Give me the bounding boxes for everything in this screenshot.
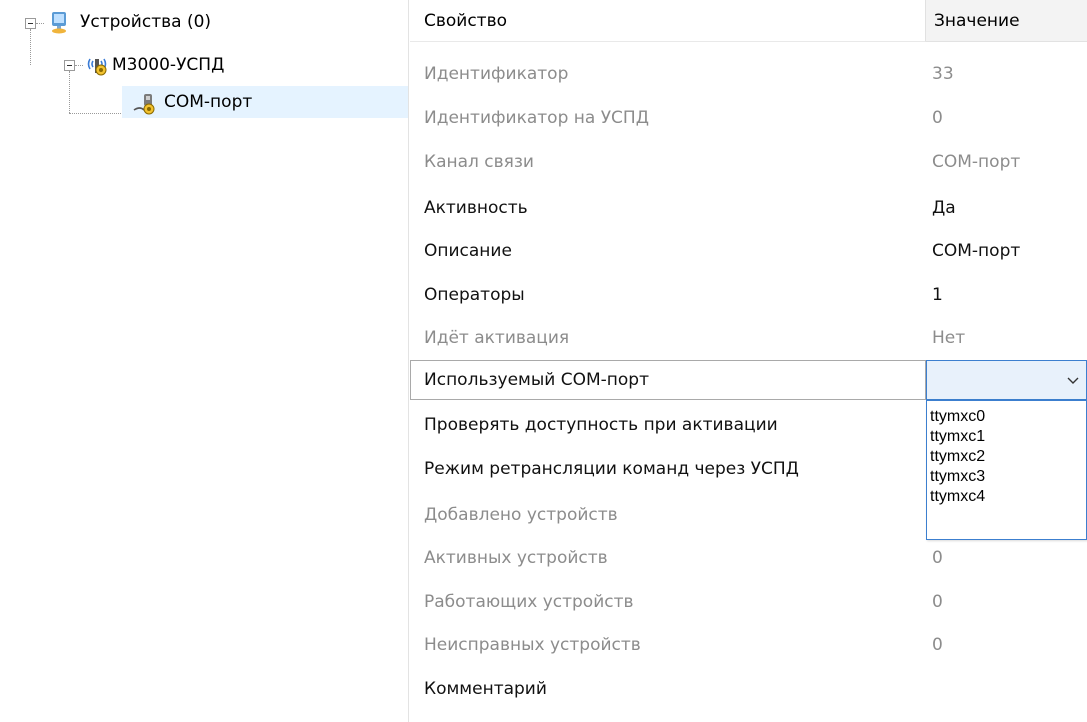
property-name: Идентификатор на УСПД (424, 107, 649, 128)
property-row[interactable]: Работающих устройств 0 (410, 580, 1087, 623)
property-row-editing[interactable]: Используемый COM-порт (410, 360, 1087, 400)
property-value: COM-порт (932, 151, 1021, 172)
property-row[interactable]: Описание COM-порт (410, 229, 1087, 272)
property-name: Используемый COM-порт (410, 360, 926, 400)
property-value: 0 (932, 547, 943, 568)
property-name: Добавлено устройств (424, 504, 618, 525)
dropdown-option[interactable]: ttymxc4 (927, 487, 1086, 507)
column-header-property[interactable]: Свойство (410, 0, 926, 42)
tree-connector (69, 113, 129, 114)
property-row[interactable]: Неисправных устройств 0 (410, 623, 1087, 666)
property-row[interactable]: Идентификатор 33 (410, 52, 1087, 95)
dropdown-option[interactable]: ttymxc0 (927, 407, 1086, 427)
chevron-down-icon[interactable] (1066, 373, 1080, 387)
property-row[interactable]: Комментарий (410, 667, 1087, 710)
com-port-combobox[interactable] (926, 360, 1087, 400)
property-value: 1 (932, 284, 943, 305)
tree-item-devices[interactable]: Устройства (0) (80, 12, 211, 32)
property-value: 0 (932, 107, 943, 128)
property-value: Нет (932, 327, 966, 348)
tree-connector (75, 65, 83, 66)
grid-header: Свойство Значение (410, 0, 1087, 42)
property-name: Неисправных устройств (424, 634, 641, 655)
property-value: COM-порт (932, 240, 1021, 261)
property-value: 0 (932, 591, 943, 612)
com-port-dropdown-list: ttymxc0 ttymxc1 ttymxc2 ttymxc3 ttymxc4 (926, 400, 1087, 540)
property-editor-window: Устройства (0) M3000-УСПД COM-порт Свойс… (0, 0, 1087, 722)
tree-connector (36, 23, 44, 24)
column-header-value[interactable]: Значение (926, 0, 1087, 42)
property-value: 33 (932, 63, 954, 84)
property-grid: Свойство Значение Идентификатор 33 Идент… (410, 0, 1087, 722)
property-name: Режим ретрансляции команд через УСПД (424, 458, 799, 479)
collapse-device-button[interactable] (64, 60, 75, 71)
property-row[interactable]: Операторы 1 (410, 273, 1087, 316)
radio-device-icon (87, 58, 107, 76)
property-name: Работающих устройств (424, 591, 634, 612)
com-port-icon (133, 94, 155, 115)
property-name: Описание (424, 240, 512, 261)
property-row[interactable]: Идентификатор на УСПД 0 (410, 96, 1087, 139)
property-row[interactable]: Активность Да (410, 186, 1087, 229)
property-name: Идёт активация (424, 327, 570, 348)
property-value: Да (932, 197, 956, 218)
property-row[interactable]: Активных устройств 0 (410, 536, 1087, 579)
tree-item-m3000[interactable]: M3000-УСПД (112, 55, 224, 75)
device-tree: Устройства (0) M3000-УСПД COM-порт (0, 0, 409, 722)
computer-network-icon (52, 12, 66, 34)
dropdown-option[interactable]: ttymxc1 (927, 427, 1086, 447)
dropdown-option[interactable]: ttymxc3 (927, 467, 1086, 487)
property-name: Канал связи (424, 151, 534, 172)
collapse-root-button[interactable] (25, 18, 36, 29)
tree-connector (69, 71, 70, 113)
property-name: Активных устройств (424, 547, 608, 568)
tree-connector (30, 29, 31, 65)
property-name: Активность (424, 197, 528, 218)
property-row[interactable]: Идёт активация Нет (410, 316, 1087, 359)
property-name: Идентификатор (424, 63, 569, 84)
property-name: Комментарий (424, 678, 547, 699)
dropdown-option[interactable]: ttymxc2 (927, 447, 1086, 467)
property-value: 0 (932, 634, 943, 655)
tree-item-com-port-label: COM-порт (164, 92, 253, 112)
property-name: Операторы (424, 284, 525, 305)
property-name: Проверять доступность при активации (424, 414, 778, 435)
property-row[interactable]: Канал связи COM-порт (410, 140, 1087, 183)
